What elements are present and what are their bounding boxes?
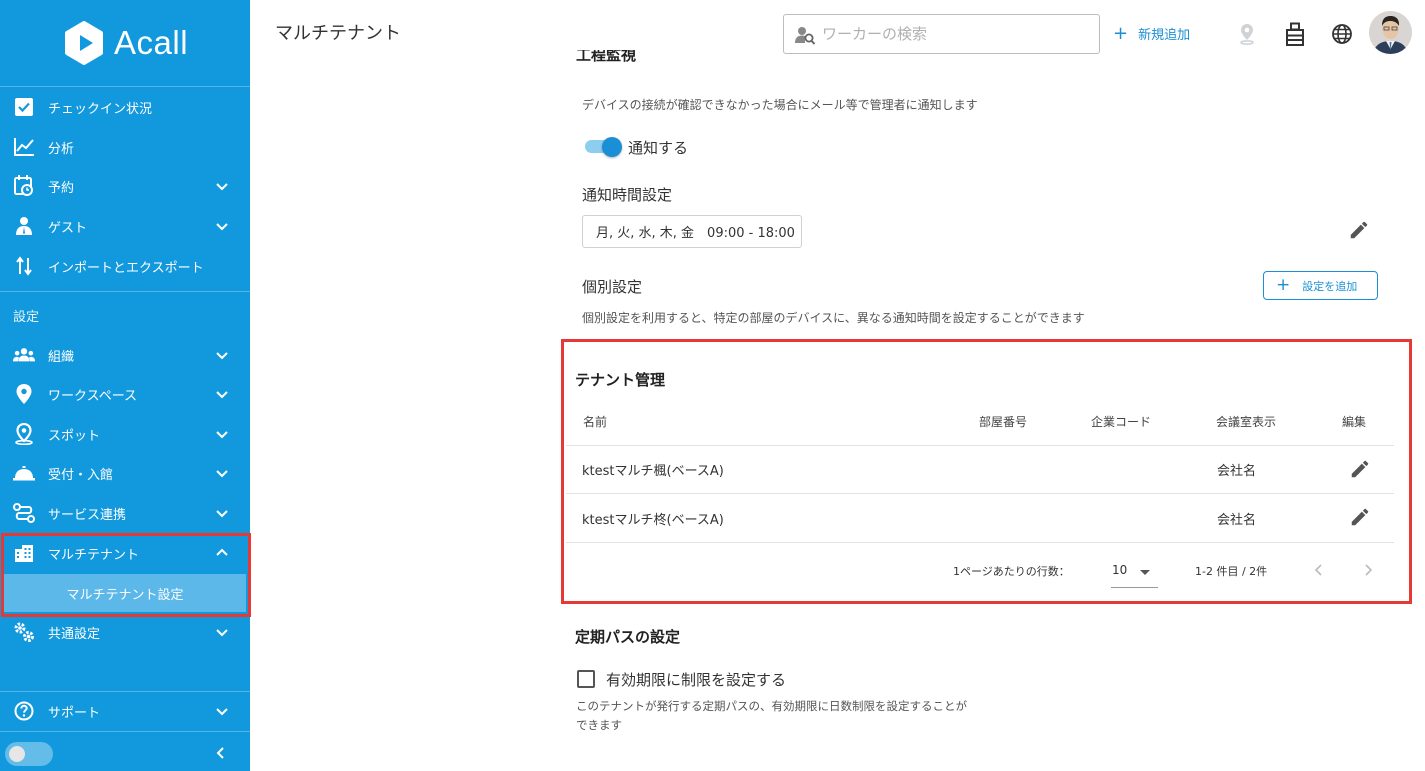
search-input[interactable]: [822, 21, 1092, 47]
chevron-down-icon: [216, 470, 228, 478]
sidebar-item-label: サポート: [48, 705, 101, 721]
reception-bell-icon: [13, 462, 35, 484]
add-setting-button[interactable]: + 設定を追加: [1263, 271, 1378, 300]
add-setting-label: 設定を追加: [1302, 279, 1358, 293]
sidebar-item-workspace[interactable]: ワークスペース: [0, 375, 250, 413]
toggle-knob: [9, 746, 25, 762]
notify-toggle[interactable]: [583, 136, 623, 157]
checkbox-icon: [13, 96, 35, 118]
add-new-label: 新規追加: [1138, 28, 1191, 43]
map-pin-icon[interactable]: [1235, 22, 1259, 46]
people-icon: [13, 344, 35, 366]
sidebar-item-label: 受付・入館: [48, 467, 114, 483]
page-title: マルチテナント: [275, 23, 401, 44]
highlight-box-tenant: [561, 339, 1412, 604]
location-pin-icon: [13, 383, 35, 405]
gears-icon: [13, 621, 35, 643]
notification-time-value: 月, 火, 水, 木, 金 09:00 - 18:00: [596, 226, 795, 241]
sidebar: Acall チェックイン状況 分析 予約 ゲスト インポートとエクスポート 設定: [0, 0, 251, 771]
notification-section-heading: 工程監視: [576, 50, 637, 64]
sidebar-item-label: サービス連携: [48, 507, 127, 523]
chevron-down-icon: [216, 510, 228, 518]
spot-pin-icon: [13, 423, 35, 445]
building-tenant-icon[interactable]: [1283, 22, 1307, 46]
highlight-box-sidebar: [1, 533, 251, 617]
notification-description: デバイスの接続が確認できなかった場合にメール等で管理者に通知します: [582, 98, 978, 112]
sidebar-item-label: 共通設定: [48, 626, 101, 642]
sidebar-item-label: 組織: [48, 349, 75, 365]
avatar[interactable]: [1369, 11, 1412, 54]
chevron-down-icon: [216, 391, 228, 399]
edit-pencil-icon[interactable]: [1348, 219, 1370, 241]
sidebar-item-integration[interactable]: サービス連携: [0, 494, 250, 532]
logo-text: Acall: [114, 24, 189, 61]
acall-logo[interactable]: Acall: [62, 18, 188, 68]
sidebar-item-label: 分析: [48, 141, 75, 157]
chevron-down-icon: [216, 223, 228, 231]
sidebar-item-spot[interactable]: スポット: [0, 415, 250, 453]
globe-icon[interactable]: [1330, 22, 1354, 46]
sidebar-item-label: ワークスペース: [48, 388, 138, 404]
calendar-clock-icon: [13, 175, 35, 197]
period-pass-title: 定期パスの設定: [575, 628, 681, 646]
sidebar-item-organization[interactable]: 組織: [0, 336, 250, 374]
guest-icon: [13, 215, 35, 237]
sidebar-section-settings: 設定: [13, 310, 40, 325]
sidebar-item-reservation[interactable]: 予約: [0, 167, 250, 205]
sidebar-item-reception[interactable]: 受付・入館: [0, 454, 250, 492]
expiry-limit-checkbox[interactable]: [577, 670, 595, 688]
sidebar-item-common-settings[interactable]: 共通設定: [0, 613, 250, 651]
individual-settings-title: 個別設定: [582, 278, 643, 296]
chevron-down-icon: [216, 352, 228, 360]
sidebar-item-guest[interactable]: ゲスト: [0, 207, 250, 245]
toggle-knob: [602, 137, 622, 157]
sidebar-item-label: 予約: [48, 180, 75, 196]
sidebar-item-checkin[interactable]: チェックイン状況: [0, 88, 250, 126]
individual-settings-description: 個別設定を利用すると、特定の部屋のデバイスに、異なる通知時間を設定することができ…: [582, 311, 1085, 325]
sidebar-divider: [0, 86, 250, 87]
acall-logo-icon: [65, 21, 103, 65]
expiry-limit-label: 有効期限に制限を設定する: [606, 671, 787, 689]
user-photo: [1369, 11, 1412, 54]
sidebar-item-analytics[interactable]: 分析: [0, 128, 250, 166]
sidebar-item-label: ゲスト: [48, 220, 88, 236]
worker-search[interactable]: [783, 14, 1100, 54]
dark-mode-toggle[interactable]: [5, 742, 53, 766]
sidebar-divider: [0, 731, 250, 732]
chevron-down-icon: [216, 708, 228, 716]
notification-time-chip: 月, 火, 水, 木, 金 09:00 - 18:00: [582, 215, 802, 248]
import-export-icon: [13, 255, 35, 277]
add-new-button[interactable]: + 新規追加: [1113, 24, 1190, 43]
sidebar-item-label: チェックイン状況: [48, 101, 153, 117]
integration-icon: [13, 502, 35, 524]
period-pass-description: このテナントが発行する定期パスの、有効期限に日数制限を設定することができます: [576, 699, 967, 732]
chart-line-icon: [13, 136, 35, 158]
chevron-down-icon: [216, 183, 228, 191]
collapse-sidebar-icon[interactable]: [212, 744, 230, 762]
plus-icon: +: [1276, 275, 1291, 295]
sidebar-item-label: インポートとエクスポート: [48, 260, 204, 276]
sidebar-divider: [0, 291, 250, 292]
sidebar-item-support[interactable]: サポート: [0, 692, 250, 730]
search-user-icon: [795, 27, 816, 45]
notification-time-title: 通知時間設定: [582, 186, 673, 204]
sidebar-item-label: スポット: [48, 428, 101, 444]
sidebar-item-import-export[interactable]: インポートとエクスポート: [0, 247, 250, 285]
plus-icon: +: [1113, 22, 1129, 44]
chevron-down-icon: [216, 629, 228, 637]
notify-toggle-label: 通知する: [628, 139, 689, 157]
help-circle-icon: [13, 700, 35, 722]
chevron-down-icon: [216, 431, 228, 439]
